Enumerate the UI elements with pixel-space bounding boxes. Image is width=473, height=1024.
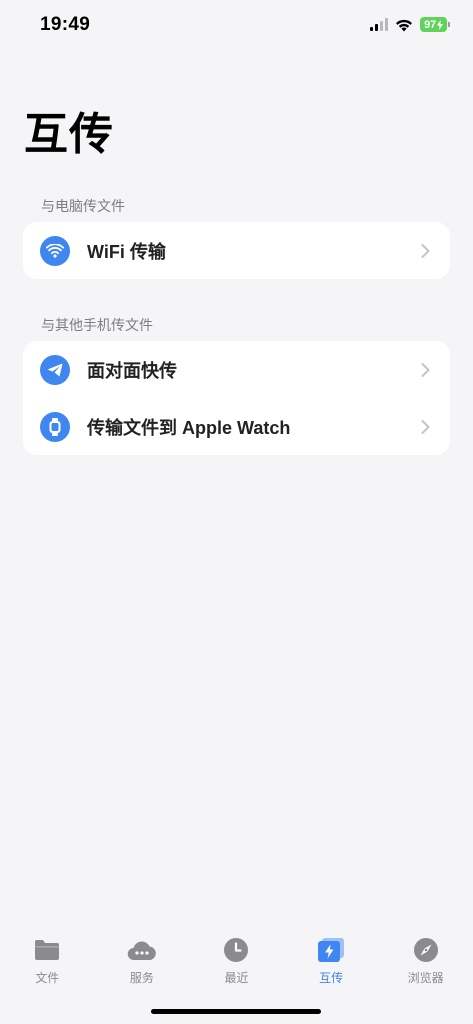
wifi-transfer-row[interactable]: WiFi 传输 <box>23 222 450 279</box>
charging-bolt-icon <box>436 19 443 30</box>
screen: 19:49 97 互传 与电脑传文件 WiFi 传输 与其他手机传文件 面对面快… <box>0 0 473 1024</box>
wifi-status-icon <box>396 19 412 31</box>
tab-files[interactable]: 文件 <box>0 930 95 990</box>
cloud-icon <box>127 935 157 965</box>
folder-icon <box>34 935 60 965</box>
face-to-face-transfer-row[interactable]: 面对面快传 <box>23 341 450 398</box>
tab-label: 互传 <box>319 971 344 985</box>
battery-indicator: 97 <box>420 17 450 32</box>
tab-label: 最近 <box>224 971 249 985</box>
wifi-transfer-label: WiFi 传输 <box>87 241 166 262</box>
status-bar: 19:49 97 <box>0 0 473 50</box>
paper-plane-icon <box>40 354 70 385</box>
card-computer-transfer: WiFi 传输 <box>23 222 450 279</box>
section-header-phone: 与其他手机传文件 <box>41 317 153 333</box>
apple-watch-label: 传输文件到 Apple Watch <box>87 417 291 438</box>
clock-icon <box>223 935 249 965</box>
home-indicator[interactable] <box>151 1009 321 1014</box>
status-indicators: 97 <box>370 17 450 32</box>
watch-icon <box>40 411 70 442</box>
chevron-right-icon <box>421 362 430 377</box>
apple-watch-transfer-row[interactable]: 传输文件到 Apple Watch <box>23 398 450 455</box>
section-header-computer: 与电脑传文件 <box>41 198 125 214</box>
cellular-signal-icon <box>370 18 388 31</box>
wifi-icon <box>40 235 70 266</box>
chevron-right-icon <box>421 419 430 434</box>
chevron-right-icon <box>421 243 430 258</box>
tab-label: 服务 <box>129 971 154 985</box>
tab-label: 浏览器 <box>407 971 444 985</box>
transfer-bolt-icon <box>317 935 345 965</box>
tab-browser[interactable]: 浏览器 <box>378 930 473 990</box>
tab-label: 文件 <box>35 971 60 985</box>
tab-recent[interactable]: 最近 <box>189 930 284 990</box>
compass-icon <box>413 935 439 965</box>
status-time: 19:49 <box>40 14 91 35</box>
page-title: 互传 <box>24 110 114 159</box>
face-to-face-label: 面对面快传 <box>87 360 177 381</box>
tab-services[interactable]: 服务 <box>95 930 190 990</box>
tab-transfer[interactable]: 互传 <box>284 930 379 990</box>
battery-level: 97 <box>424 18 436 31</box>
card-phone-transfer: 面对面快传 传输文件到 Apple Watch <box>23 341 450 455</box>
tab-bar: 文件 服务 最近 互传 浏览器 <box>0 930 473 990</box>
